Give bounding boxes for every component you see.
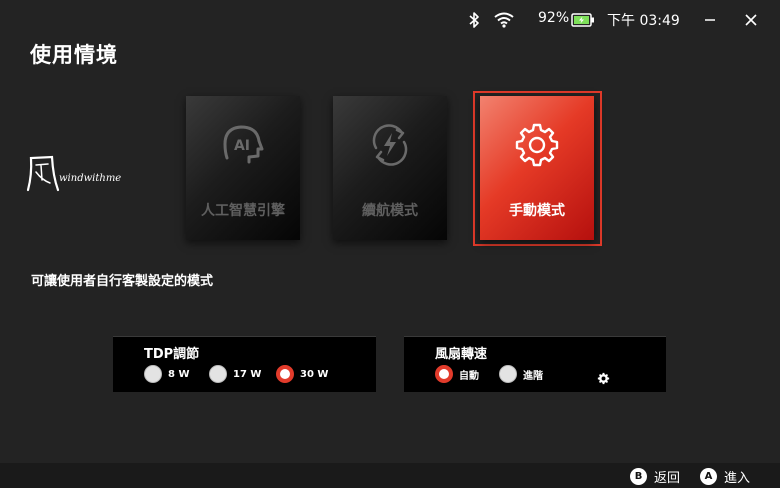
tdp-title: TDP調節 <box>144 347 200 362</box>
radio-button[interactable] <box>499 365 517 383</box>
close-button[interactable] <box>738 8 764 32</box>
a-button-icon: A <box>700 468 717 485</box>
minimize-button[interactable] <box>697 8 723 32</box>
tdp-panel: TDP調節 8 W 17 W 30 W <box>113 336 376 392</box>
radio-button-selected[interactable] <box>435 365 453 383</box>
fan-settings-button[interactable] <box>597 370 610 389</box>
wifi-icon <box>494 12 514 28</box>
battery-charging-icon <box>571 13 595 27</box>
b-button-icon: B <box>630 468 647 485</box>
mode-card-endurance[interactable]: 續航模式 <box>333 96 447 240</box>
enter-hint[interactable]: A 進入 <box>700 467 750 486</box>
minimize-icon <box>704 11 716 30</box>
radio-button[interactable] <box>144 365 162 383</box>
fan-option-auto[interactable]: 自動 <box>435 365 479 383</box>
radio-button[interactable] <box>209 365 227 383</box>
status-bar: 92% 下午 03:49 <box>0 0 780 40</box>
windwithme-logo: windwithme <box>22 150 132 198</box>
bluetooth-icon <box>468 12 480 28</box>
ai-engine-icon: AI <box>186 122 300 168</box>
battery-percent: 92% <box>538 10 570 26</box>
gear-icon <box>597 370 610 389</box>
tdp-option-label: 30 W <box>300 368 329 380</box>
radio-button-selected[interactable] <box>276 365 294 383</box>
tdp-option-30w[interactable]: 30 W <box>276 365 328 383</box>
fan-panel: 風扇轉速 自動 進階 <box>404 336 666 392</box>
tdp-option-label: 17 W <box>233 368 262 380</box>
svg-text:windwithme: windwithme <box>59 173 121 184</box>
mode-description: 可讓使用者自行客製設定的模式 <box>31 274 214 289</box>
mode-label: 續航模式 <box>362 203 418 219</box>
gear-icon <box>480 122 594 168</box>
tdp-option-8w[interactable]: 8 W <box>144 365 189 383</box>
fan-option-label: 自動 <box>459 370 479 382</box>
battery-bolt-icon <box>333 122 447 168</box>
fan-title: 風扇轉速 <box>435 347 488 362</box>
bottom-bar: B 返回 A 進入 <box>0 463 780 488</box>
mode-label: 人工智慧引擎 <box>201 203 285 219</box>
mode-card-manual[interactable]: 手動模式 <box>480 96 594 240</box>
enter-label: 進入 <box>724 471 751 486</box>
mode-card-ai-engine[interactable]: AI 人工智慧引擎 <box>186 96 300 240</box>
clock: 下午 03:49 <box>607 13 680 29</box>
back-label: 返回 <box>654 471 681 486</box>
tdp-option-17w[interactable]: 17 W <box>209 365 261 383</box>
page-title: 使用情境 <box>30 43 118 67</box>
close-icon <box>745 11 757 30</box>
mode-label: 手動模式 <box>509 203 565 219</box>
back-hint[interactable]: B 返回 <box>630 467 680 486</box>
fan-option-advanced[interactable]: 進階 <box>499 365 543 383</box>
fan-option-label: 進階 <box>523 370 543 382</box>
svg-text:AI: AI <box>234 138 250 154</box>
tdp-option-label: 8 W <box>168 368 190 380</box>
